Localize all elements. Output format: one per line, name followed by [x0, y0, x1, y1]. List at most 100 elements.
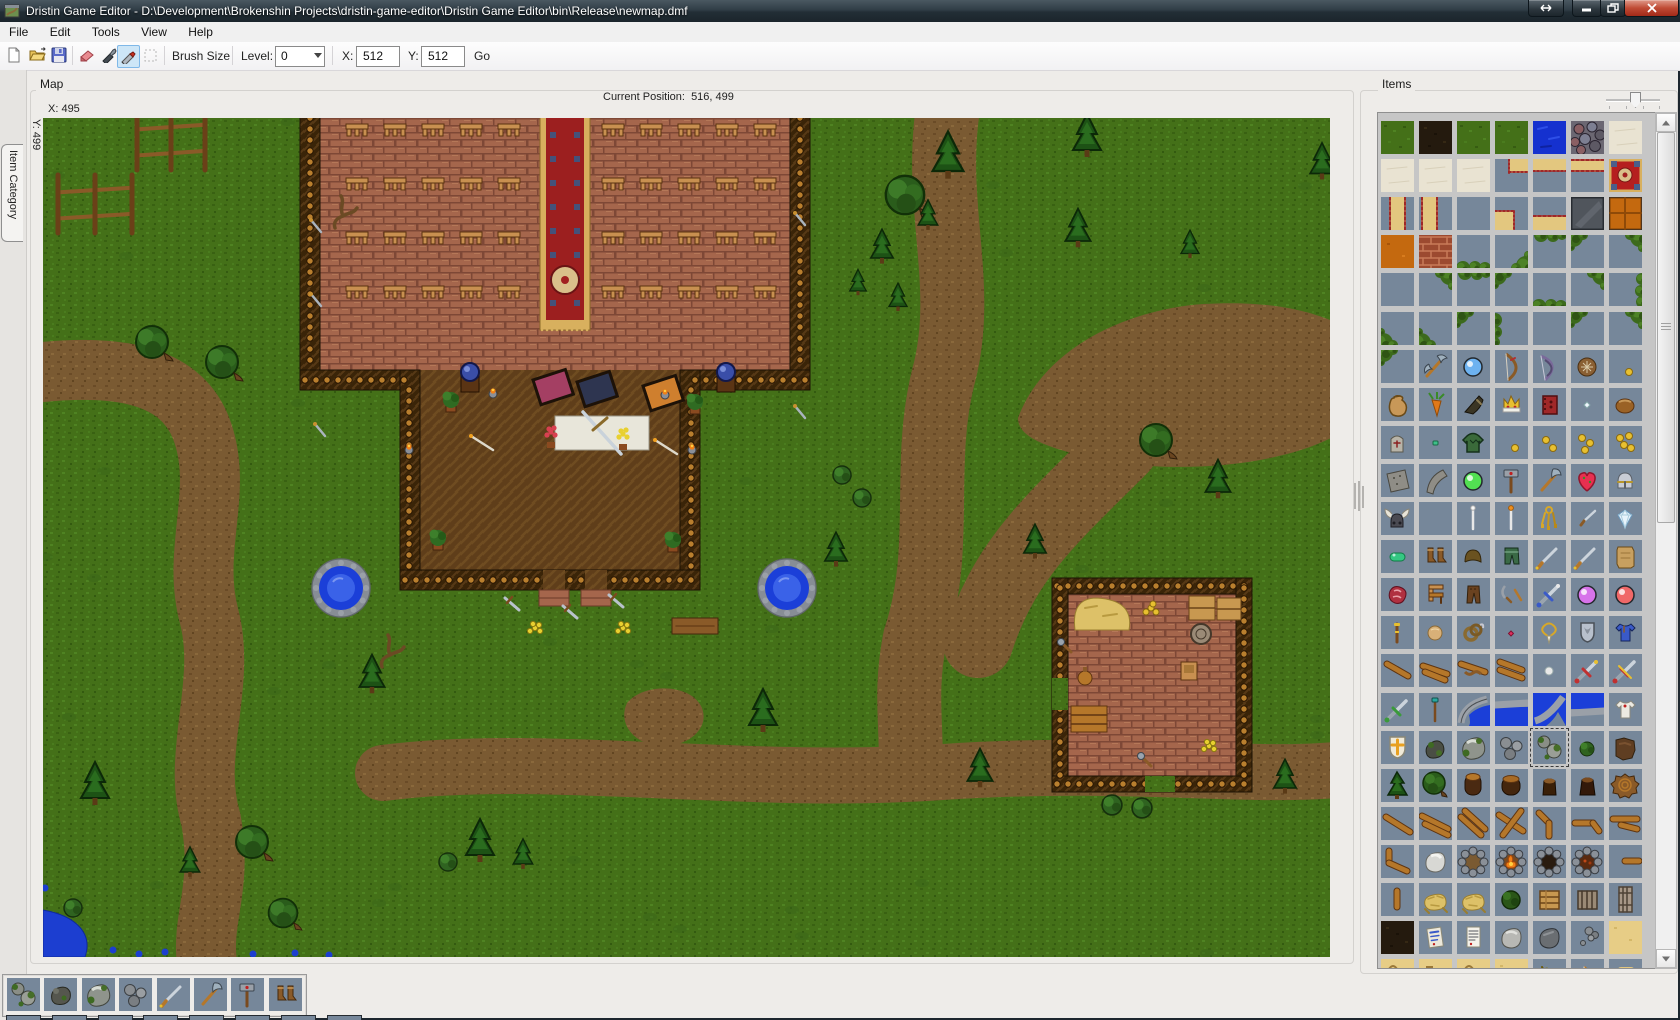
item-tile[interactable] — [1609, 312, 1642, 345]
item-tile[interactable] — [1533, 197, 1566, 230]
item-tile[interactable] — [1381, 540, 1414, 573]
item-tile[interactable] — [1533, 654, 1566, 687]
item-tile[interactable] — [1381, 959, 1414, 969]
item-tile[interactable] — [1571, 959, 1604, 969]
item-tile[interactable] — [1381, 464, 1414, 497]
item-tile[interactable] — [1609, 654, 1642, 687]
pencil-tool-button[interactable] — [117, 45, 140, 68]
maximize-button[interactable] — [1600, 0, 1626, 17]
select-tool-button[interactable] — [141, 45, 162, 66]
recent-item-tile[interactable] — [194, 978, 227, 1011]
item-tile[interactable] — [1609, 502, 1642, 535]
item-tile[interactable] — [1571, 464, 1604, 497]
item-tile[interactable] — [1571, 578, 1604, 611]
item-tile[interactable] — [1381, 502, 1414, 535]
item-tile[interactable] — [1571, 921, 1604, 954]
item-tile[interactable] — [1381, 388, 1414, 421]
item-tile[interactable] — [1495, 121, 1528, 154]
item-tile[interactable] — [1457, 883, 1490, 916]
recent-item-tile[interactable] — [157, 978, 190, 1011]
item-tile[interactable] — [1381, 693, 1414, 726]
item-tile[interactable] — [1571, 273, 1604, 306]
item-tile[interactable] — [1419, 959, 1452, 969]
item-tile[interactable] — [1457, 807, 1490, 840]
item-tile[interactable] — [1571, 693, 1604, 726]
item-tile[interactable] — [1571, 769, 1604, 802]
item-tile[interactable] — [1457, 464, 1490, 497]
item-tile[interactable] — [1381, 807, 1414, 840]
item-tile[interactable] — [1495, 769, 1528, 802]
item-tile[interactable] — [1533, 731, 1566, 764]
item-tile[interactable] — [1533, 921, 1566, 954]
item-tile[interactable] — [1419, 312, 1452, 345]
item-tile[interactable] — [1457, 159, 1490, 192]
recent-item-tile[interactable] — [269, 978, 302, 1011]
item-tile[interactable] — [1571, 502, 1604, 535]
item-tile[interactable] — [1533, 312, 1566, 345]
palette-tile-partial[interactable] — [6, 1015, 41, 1020]
item-tile[interactable] — [1495, 273, 1528, 306]
item-tile[interactable] — [1457, 845, 1490, 878]
item-tile[interactable] — [1457, 502, 1490, 535]
item-tile[interactable] — [1609, 616, 1642, 649]
item-tile[interactable] — [1495, 731, 1528, 764]
x-input[interactable]: 512 — [356, 46, 400, 67]
item-tile[interactable] — [1457, 921, 1490, 954]
item-tile[interactable] — [1457, 693, 1490, 726]
items-scrollbar[interactable] — [1655, 112, 1677, 969]
item-tile[interactable] — [1609, 350, 1642, 383]
item-tile[interactable] — [1571, 883, 1604, 916]
item-tile[interactable] — [1571, 388, 1604, 421]
item-tile[interactable] — [1495, 350, 1528, 383]
item-tile[interactable] — [1495, 540, 1528, 573]
menu-view[interactable]: View — [132, 22, 176, 42]
minimize-button[interactable] — [1572, 0, 1602, 17]
item-tile[interactable] — [1571, 159, 1604, 192]
recent-item-tile[interactable] — [44, 978, 77, 1011]
item-tile[interactable] — [1571, 616, 1604, 649]
item-tile[interactable] — [1533, 883, 1566, 916]
palette-tile-partial[interactable] — [327, 1015, 362, 1020]
slider-thumb[interactable] — [1630, 92, 1641, 108]
item-tile[interactable] — [1609, 883, 1642, 916]
map-canvas[interactable] — [43, 118, 1330, 957]
item-tile[interactable] — [1609, 845, 1642, 878]
item-tile[interactable] — [1571, 350, 1604, 383]
item-tile[interactable] — [1495, 845, 1528, 878]
item-tile[interactable] — [1457, 654, 1490, 687]
eraser-tool-button[interactable] — [76, 45, 97, 66]
item-tile[interactable] — [1571, 121, 1604, 154]
item-tile[interactable] — [1381, 312, 1414, 345]
item-tile[interactable] — [1457, 616, 1490, 649]
item-tile[interactable] — [1495, 959, 1528, 969]
item-tile[interactable] — [1533, 159, 1566, 192]
item-tile[interactable] — [1533, 578, 1566, 611]
item-tile[interactable] — [1571, 654, 1604, 687]
item-tile[interactable] — [1609, 273, 1642, 306]
item-tile[interactable] — [1495, 502, 1528, 535]
item-tile[interactable] — [1571, 235, 1604, 268]
item-tile[interactable] — [1609, 235, 1642, 268]
title-bar[interactable]: Dristin Game Editor - D:\Development\Bro… — [0, 0, 1680, 23]
item-tile[interactable] — [1419, 540, 1452, 573]
item-tile[interactable] — [1457, 197, 1490, 230]
close-button[interactable] — [1624, 0, 1679, 17]
item-tile[interactable] — [1457, 388, 1490, 421]
item-tile[interactable] — [1495, 654, 1528, 687]
item-tile[interactable] — [1533, 464, 1566, 497]
item-tile[interactable] — [1495, 426, 1528, 459]
item-tile[interactable] — [1609, 921, 1642, 954]
item-tile[interactable] — [1609, 807, 1642, 840]
item-tile[interactable] — [1609, 693, 1642, 726]
item-tile[interactable] — [1533, 693, 1566, 726]
menu-edit[interactable]: Edit — [41, 22, 80, 42]
item-tile[interactable] — [1457, 350, 1490, 383]
item-tile[interactable] — [1381, 197, 1414, 230]
item-tile[interactable] — [1381, 426, 1414, 459]
item-tile[interactable] — [1495, 235, 1528, 268]
item-tile[interactable] — [1457, 769, 1490, 802]
item-tile[interactable] — [1609, 578, 1642, 611]
item-tile[interactable] — [1419, 578, 1452, 611]
item-tile[interactable] — [1419, 159, 1452, 192]
item-tile[interactable] — [1571, 731, 1604, 764]
